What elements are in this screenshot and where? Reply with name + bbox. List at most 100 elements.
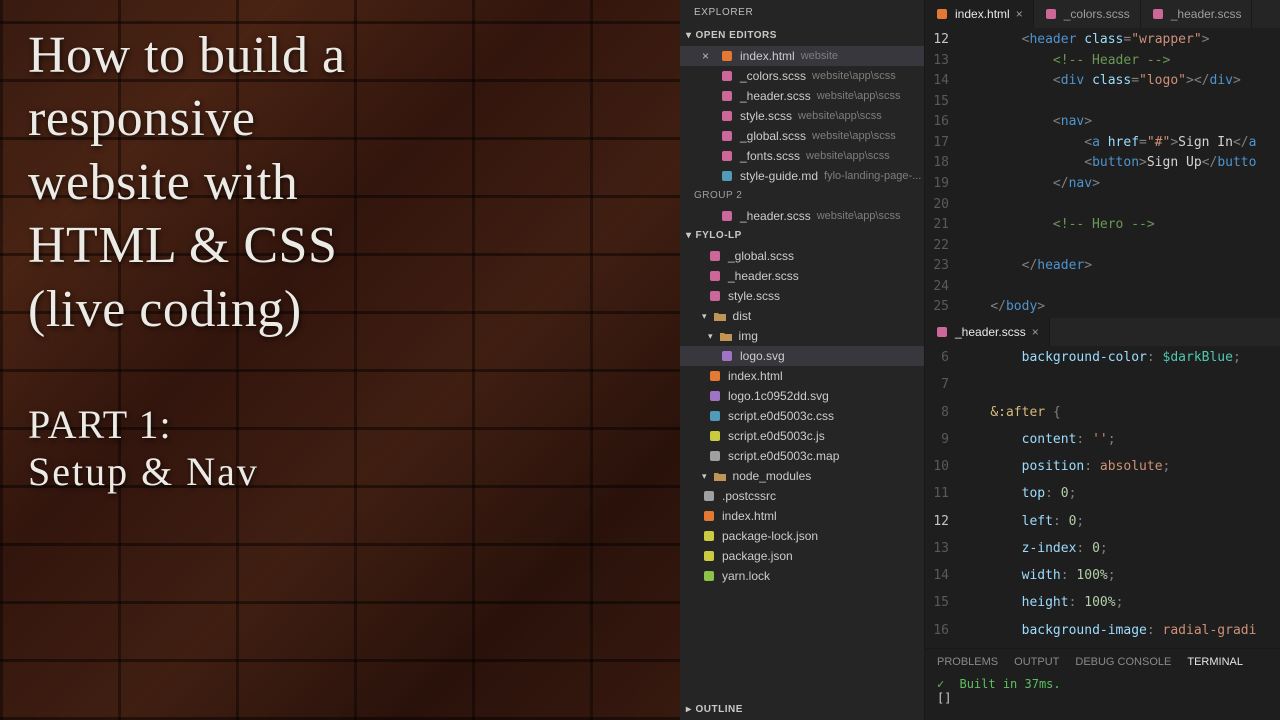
code-line[interactable]: </nav>: [959, 174, 1280, 195]
code-line[interactable]: &:after {: [959, 403, 1280, 430]
folder-item[interactable]: ▾ dist: [680, 306, 924, 326]
editor-top[interactable]: 12 <header class="wrapper">13 <!-- Heade…: [925, 28, 1280, 318]
line-number: 15: [925, 92, 959, 113]
folder-open-icon: [719, 329, 733, 343]
terminal-line-1: Built in 37ms.: [959, 677, 1060, 691]
close-icon[interactable]: ×: [702, 49, 714, 63]
file-item[interactable]: _header.scss: [680, 266, 924, 286]
config-icon: [702, 489, 716, 503]
code-line[interactable]: [959, 92, 1280, 113]
code-line[interactable]: </body>: [959, 297, 1280, 318]
code-line[interactable]: height: 100%;: [959, 593, 1280, 620]
editor-tab[interactable]: index.html ×: [925, 0, 1034, 28]
folder-item[interactable]: ▾ img: [680, 326, 924, 346]
editor-tabbar-top: index.html × _colors.scss _header.scss: [925, 0, 1280, 28]
code-line[interactable]: content: '';: [959, 430, 1280, 457]
code-line[interactable]: background-image: radial-gradi: [959, 621, 1280, 648]
line-number: 11: [925, 484, 959, 511]
code-line[interactable]: z-index: 0;: [959, 539, 1280, 566]
file-path: website\app\scss: [817, 210, 901, 222]
open-editor-item[interactable]: _header.scss website\app\scss: [680, 206, 924, 226]
open-editors-section[interactable]: ▾ OPEN EDITORS: [680, 26, 924, 46]
code-line[interactable]: <button>Sign Up</butto: [959, 153, 1280, 174]
line-number: 25: [925, 297, 959, 318]
file-item[interactable]: yarn.lock: [680, 566, 924, 586]
html-icon: [935, 7, 949, 21]
file-item[interactable]: logo.1c0952dd.svg: [680, 386, 924, 406]
code-line[interactable]: <!-- Hero -->: [959, 215, 1280, 236]
tree-item-label: logo.svg: [740, 349, 785, 363]
folder-item[interactable]: ▾ node_modules: [680, 466, 924, 486]
project-section[interactable]: ▾ FYLO-LP: [680, 226, 924, 246]
editor-tab[interactable]: _header.scss ×: [925, 318, 1050, 346]
line-number: 15: [925, 593, 959, 620]
file-item[interactable]: .postcssrc: [680, 486, 924, 506]
outline-section[interactable]: ▸ OUTLINE: [680, 700, 924, 720]
code-line[interactable]: top: 0;: [959, 484, 1280, 511]
line-number: 18: [925, 153, 959, 174]
file-item[interactable]: script.e0d5003c.map: [680, 446, 924, 466]
code-line[interactable]: <header class="wrapper">: [959, 30, 1280, 51]
code-line[interactable]: <nav>: [959, 112, 1280, 133]
file-item[interactable]: script.e0d5003c.js: [680, 426, 924, 446]
file-item[interactable]: script.e0d5003c.css: [680, 406, 924, 426]
code-line[interactable]: <!-- Header -->: [959, 51, 1280, 72]
line-number: 12: [925, 512, 959, 539]
code-line[interactable]: [959, 277, 1280, 298]
file-item[interactable]: index.html: [680, 506, 924, 526]
code-line[interactable]: <a href="#">Sign In</a: [959, 133, 1280, 154]
file-item[interactable]: _global.scss: [680, 246, 924, 266]
sass-icon: [708, 269, 722, 283]
sass-icon: [1151, 7, 1165, 21]
file-item[interactable]: package-lock.json: [680, 526, 924, 546]
file-item[interactable]: package.json: [680, 546, 924, 566]
open-editor-item[interactable]: style.scss website\app\scss: [680, 106, 924, 126]
code-line[interactable]: width: 100%;: [959, 566, 1280, 593]
file-item[interactable]: index.html: [680, 366, 924, 386]
code-line[interactable]: [959, 236, 1280, 257]
svg-icon: [708, 389, 722, 403]
open-editor-item[interactable]: _fonts.scss website\app\scss: [680, 146, 924, 166]
json-icon: [702, 549, 716, 563]
open-editor-item[interactable]: _global.scss website\app\scss: [680, 126, 924, 146]
close-icon[interactable]: ×: [1016, 7, 1023, 21]
code-line[interactable]: </header>: [959, 256, 1280, 277]
code-line[interactable]: [959, 195, 1280, 216]
line-number: 20: [925, 195, 959, 216]
terminal-output[interactable]: ✓ Built in 37ms. []: [925, 675, 1280, 707]
line-number: 7: [925, 375, 959, 402]
line-number: 12: [925, 30, 959, 51]
open-editor-item[interactable]: _header.scss website\app\scss: [680, 86, 924, 106]
line-number: 8: [925, 403, 959, 430]
editor-tab[interactable]: _colors.scss: [1034, 0, 1141, 28]
code-line[interactable]: left: 0;: [959, 512, 1280, 539]
editor-tab[interactable]: _header.scss: [1141, 0, 1253, 28]
sass-icon: [720, 129, 734, 143]
terminal-line-2: []: [937, 691, 951, 705]
panel-tab[interactable]: DEBUG CONSOLE: [1075, 656, 1171, 668]
code-line[interactable]: position: absolute;: [959, 457, 1280, 484]
code-line[interactable]: [959, 375, 1280, 402]
group2-section[interactable]: GROUP 2: [680, 186, 924, 206]
chevron-down-icon: ▾: [702, 471, 707, 482]
panel-tab[interactable]: OUTPUT: [1014, 656, 1059, 668]
panel-tab[interactable]: TERMINAL: [1187, 656, 1243, 668]
code-line[interactable]: <div class="logo"></div>: [959, 71, 1280, 92]
file-item[interactable]: style.scss: [680, 286, 924, 306]
open-editor-item[interactable]: style-guide.md fylo-landing-page-...: [680, 166, 924, 186]
open-editor-item[interactable]: × index.html website: [680, 46, 924, 66]
code-line[interactable]: background-color: $darkBlue;: [959, 348, 1280, 375]
panel-tab[interactable]: PROBLEMS: [937, 656, 998, 668]
open-editor-item[interactable]: _colors.scss website\app\scss: [680, 66, 924, 86]
line-number: 9: [925, 430, 959, 457]
file-name: style-guide.md: [740, 169, 818, 183]
close-icon[interactable]: ×: [1032, 325, 1039, 339]
group2-label: GROUP 2: [694, 186, 742, 206]
file-item[interactable]: logo.svg: [680, 346, 924, 366]
line-number: 21: [925, 215, 959, 236]
folder-icon: [713, 469, 727, 483]
tree-item-label: _header.scss: [728, 269, 799, 283]
editor-bottom[interactable]: 6 background-color: $darkBlue;78 &:after…: [925, 346, 1280, 648]
panel-tabbar: PROBLEMS OUTPUT DEBUG CONSOLE TERMINAL: [925, 649, 1280, 675]
file-path: website\app\scss: [798, 110, 882, 122]
